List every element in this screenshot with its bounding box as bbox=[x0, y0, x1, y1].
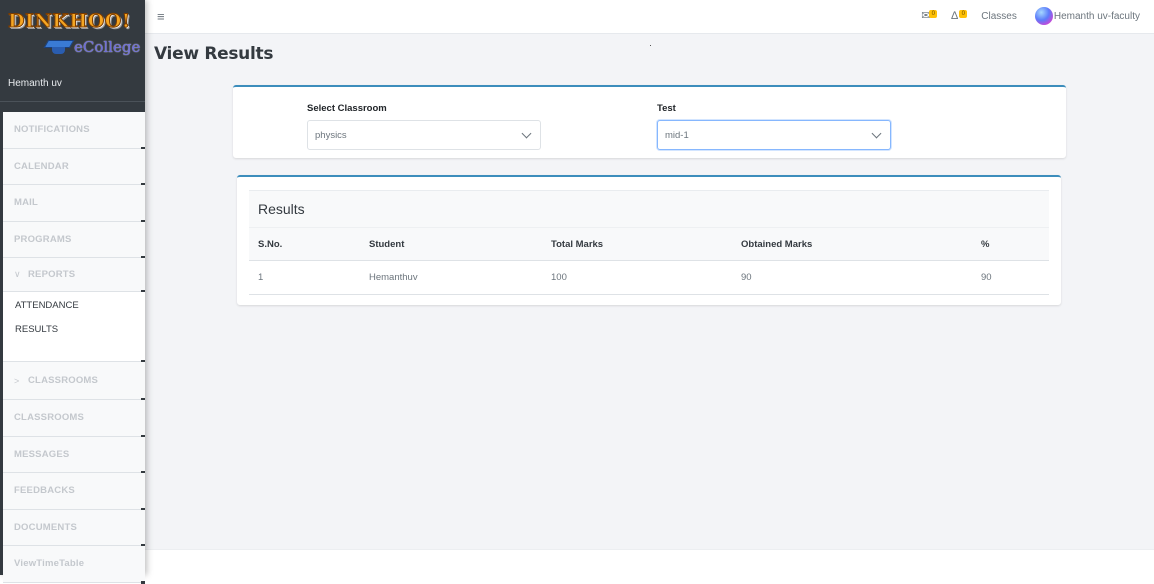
sidebar-item-label: FEEDBACKS bbox=[14, 485, 75, 497]
results-card: Results S.No. Student Total Marks Obtain… bbox=[237, 175, 1061, 305]
user-menu[interactable]: Hemanth uv-faculty bbox=[1054, 11, 1140, 22]
sidebar-item-calendar[interactable]: CALENDAR bbox=[3, 148, 145, 186]
sidebar-menu: NOTIFICATIONS CALENDAR MAIL PROGRAMS ∨ R… bbox=[3, 112, 145, 583]
sidebar-item-documents[interactable]: DOCUMENTS bbox=[3, 509, 145, 547]
chevron-down-icon bbox=[521, 128, 532, 138]
reports-submenu: ATTENDANCE RESULTS bbox=[3, 292, 145, 363]
results-panel: Results S.No. Student Total Marks Obtain… bbox=[249, 190, 1049, 295]
test-select-value: mid-1 bbox=[665, 129, 689, 141]
brand-logo[interactable]: DINKHOO! eCollege bbox=[6, 10, 141, 62]
sidebar-item-programs[interactable]: PROGRAMS bbox=[3, 221, 145, 259]
classroom-label: Select Classroom bbox=[307, 103, 387, 114]
cell-total-marks: 100 bbox=[551, 272, 567, 283]
graduation-cap-icon bbox=[43, 38, 75, 56]
table-row: 1 Hemanthuv 100 90 90 bbox=[249, 261, 1049, 295]
column-header-obtained-marks: Obtained Marks bbox=[741, 238, 813, 250]
sidebar-subitem-results[interactable]: RESULTS bbox=[15, 323, 145, 347]
classroom-select-value: physics bbox=[315, 129, 347, 141]
mail-count-badge: 0 bbox=[929, 10, 938, 18]
sidebar-item-label: REPORTS bbox=[28, 269, 76, 280]
sidebar-item-viewtimetable[interactable]: ViewTimeTable bbox=[3, 546, 145, 583]
column-header-percent: % bbox=[981, 238, 990, 250]
sidebar-item-label: MAIL bbox=[14, 197, 39, 209]
sidebar-item-label: NOTIFICATIONS bbox=[14, 124, 90, 136]
sidebar-divider bbox=[0, 101, 145, 102]
cell-obtained-marks: 90 bbox=[741, 272, 752, 283]
main-content: View Results Select Classroom physics Te… bbox=[145, 34, 1154, 549]
sidebar-user-name: Hemanth uv bbox=[8, 78, 62, 89]
column-header-student: Student bbox=[369, 238, 405, 250]
column-header-sno: S.No. bbox=[258, 238, 283, 250]
sidebar-item-feedbacks[interactable]: FEEDBACKS bbox=[3, 473, 145, 510]
sidebar-item-label: CLASSROOMS bbox=[14, 412, 85, 424]
classroom-field: Select Classroom physics bbox=[307, 103, 541, 150]
footer bbox=[145, 549, 1154, 575]
sidebar-subitem-attendance[interactable]: ATTENDANCE bbox=[15, 299, 145, 323]
sidebar-item-classrooms[interactable]: CLASSROOMS bbox=[3, 400, 145, 437]
bell-icon: ∆ bbox=[951, 10, 958, 22]
stray-dot bbox=[650, 45, 651, 46]
brand-subtitle: eCollege bbox=[74, 38, 141, 56]
chevron-down-icon bbox=[871, 128, 882, 138]
brand-name: DINKHOO! bbox=[8, 10, 131, 33]
chevron-down-icon: ∨ bbox=[14, 269, 21, 279]
sidebar-item-label: ViewTimeTable bbox=[14, 558, 85, 570]
sidebar-item-reports[interactable]: ∨ REPORTS bbox=[3, 258, 145, 293]
sidebar-item-mail[interactable]: MAIL bbox=[3, 185, 145, 222]
brand-subtitle-row: eCollege bbox=[43, 38, 141, 56]
mail-button[interactable]: ✉ 0 bbox=[921, 9, 939, 23]
sidebar-item-messages[interactable]: MESSAGES bbox=[3, 436, 145, 474]
menu-toggle-icon[interactable]: ≡ bbox=[157, 9, 165, 24]
test-label: Test bbox=[657, 103, 676, 114]
page-title: View Results bbox=[154, 44, 274, 64]
navbar-right: ✉ 0 ∆ 0 Classes Hemanth uv-faculty bbox=[921, 7, 1140, 25]
results-table: S.No. Student Total Marks Obtained Marks… bbox=[249, 227, 1049, 295]
column-header-total-marks: Total Marks bbox=[551, 238, 604, 250]
cell-student: Hemanthuv bbox=[369, 272, 418, 283]
sidebar-item-label: DOCUMENTS bbox=[14, 521, 78, 533]
sidebar-item-label: PROGRAMS bbox=[14, 233, 72, 245]
sidebar-item-label: MESSAGES bbox=[14, 448, 70, 460]
table-header-row: S.No. Student Total Marks Obtained Marks… bbox=[249, 227, 1049, 261]
chevron-right-icon: > bbox=[14, 375, 20, 386]
test-select[interactable]: mid-1 bbox=[657, 120, 891, 150]
top-navbar: ≡ ✉ 0 ∆ 0 Classes Hemanth uv-faculty bbox=[145, 0, 1154, 34]
sidebar-item-notifications[interactable]: NOTIFICATIONS bbox=[3, 112, 145, 149]
sidebar: DINKHOO! eCollege Hemanth uv NOTIFICATIO… bbox=[0, 0, 145, 583]
notification-count-badge: 0 bbox=[959, 10, 968, 18]
sidebar-item-classrooms-group[interactable]: > CLASSROOMS bbox=[3, 362, 145, 401]
sidebar-item-label: CLASSROOMS bbox=[28, 375, 99, 386]
classes-link[interactable]: Classes bbox=[981, 11, 1017, 22]
test-field: Test mid-1 bbox=[657, 103, 891, 150]
cell-sno: 1 bbox=[258, 272, 264, 283]
user-avatar[interactable] bbox=[1034, 7, 1053, 25]
sidebar-item-label: CALENDAR bbox=[14, 160, 69, 172]
results-title: Results bbox=[249, 190, 1049, 227]
notifications-button[interactable]: ∆ 0 bbox=[951, 9, 969, 23]
classroom-select[interactable]: physics bbox=[307, 120, 541, 150]
filter-card: Select Classroom physics Test mid-1 bbox=[233, 85, 1066, 158]
cell-percent: 90 bbox=[981, 272, 992, 283]
